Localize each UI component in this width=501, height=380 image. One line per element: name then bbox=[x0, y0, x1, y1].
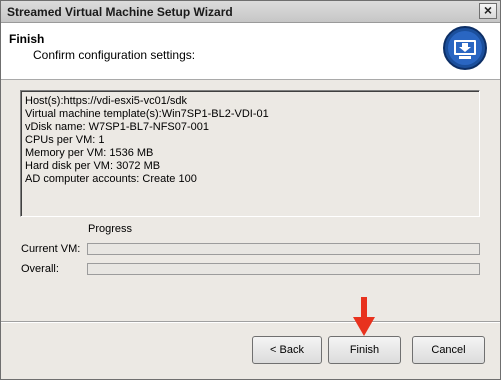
close-button[interactable]: × bbox=[479, 3, 497, 19]
current-vm-progress-bar bbox=[87, 243, 480, 255]
overall-label: Overall: bbox=[21, 263, 59, 275]
finish-button[interactable]: Finish bbox=[328, 336, 401, 364]
button-divider bbox=[1, 321, 500, 323]
summary-line: AD computer accounts: Create 100 bbox=[25, 173, 197, 185]
summary-line: vDisk name: W7SP1-BL7-NFS07-001 bbox=[25, 121, 210, 133]
summary-line: Host(s):https://vdi-esxi5-vc01/sdk bbox=[25, 95, 187, 107]
summary-line: Memory per VM: 1536 MB bbox=[25, 147, 154, 159]
wizard-window: Streamed Virtual Machine Setup Wizard × … bbox=[0, 0, 501, 380]
page-title: Finish bbox=[9, 32, 45, 46]
summary-line: Virtual machine template(s):Win7SP1-BL2-… bbox=[25, 108, 269, 120]
cancel-button[interactable]: Cancel bbox=[412, 336, 485, 364]
overall-progress-bar bbox=[87, 263, 480, 275]
progress-heading: Progress bbox=[88, 223, 133, 235]
settings-summary: Host(s):https://vdi-esxi5-vc01/sdk Virtua… bbox=[20, 90, 480, 217]
title-bar[interactable]: Streamed Virtual Machine Setup Wizard × bbox=[1, 1, 500, 23]
current-vm-label: Current VM: bbox=[21, 243, 81, 255]
download-to-monitor-icon bbox=[443, 26, 487, 70]
back-button[interactable]: < Back bbox=[252, 336, 322, 364]
page-subtitle: Confirm configuration settings: bbox=[33, 48, 196, 62]
summary-line: CPUs per VM: 1 bbox=[25, 134, 105, 146]
red-arrow-annotation-icon bbox=[353, 297, 375, 336]
summary-line: Hard disk per VM: 3072 MB bbox=[25, 160, 161, 172]
wizard-header: Finish Confirm configuration settings: bbox=[1, 23, 500, 80]
window-title: Streamed Virtual Machine Setup Wizard bbox=[7, 5, 233, 19]
